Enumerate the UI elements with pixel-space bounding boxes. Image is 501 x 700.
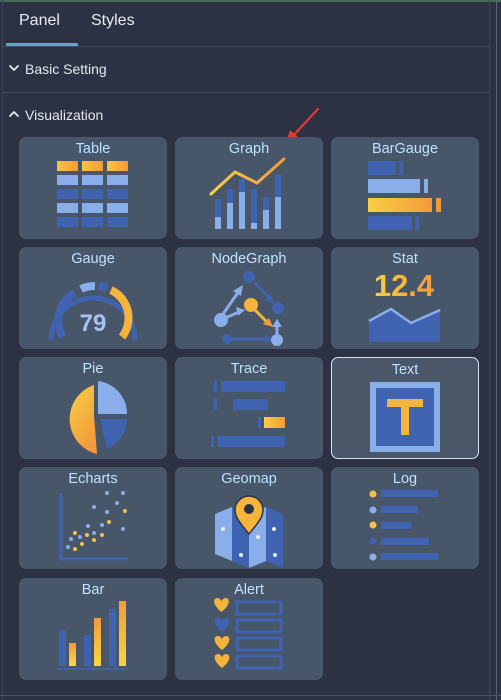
viz-card-log[interactable]: Log	[331, 467, 479, 569]
section-visualization[interactable]: Visualization	[3, 93, 489, 138]
viz-card-stat[interactable]: Stat 12.4	[331, 247, 479, 349]
pie-icon	[69, 381, 128, 454]
viz-card-pie[interactable]: Pie	[19, 357, 167, 459]
trace-icon	[211, 381, 285, 447]
gauge-icon: 79	[48, 282, 138, 341]
viz-card-table[interactable]: Table	[19, 137, 167, 239]
chevron-up-icon	[9, 111, 19, 117]
bar-icon	[57, 601, 128, 670]
viz-card-echarts[interactable]: Echarts	[19, 467, 167, 569]
nodegraph-icon	[214, 271, 284, 346]
viz-card-gauge[interactable]: Gauge 79	[19, 247, 167, 349]
viz-card-alert[interactable]: Alert	[175, 578, 323, 680]
active-tab-indicator	[6, 43, 78, 46]
geomap-icon	[215, 495, 283, 568]
text-icon	[370, 382, 440, 452]
bargauge-icon	[368, 161, 441, 230]
viz-card-bargauge[interactable]: BarGauge	[331, 137, 479, 239]
log-icon	[369, 490, 438, 561]
scrollbar-track[interactable]	[496, 0, 497, 700]
chevron-down-icon	[9, 65, 19, 71]
panel-bottom-border	[0, 695, 501, 696]
stat-icon: 12.4	[368, 268, 441, 342]
gauge-value: 79	[80, 310, 107, 337]
tab-bar: Panel Styles	[3, 0, 489, 47]
table-icon	[57, 161, 128, 227]
tab-panel[interactable]: Panel	[19, 12, 60, 30]
graph-icon	[209, 157, 286, 229]
panel-right-border	[489, 0, 490, 700]
echarts-icon	[59, 491, 128, 561]
section-label: Basic Setting	[25, 61, 107, 77]
viz-card-trace[interactable]: Trace	[175, 357, 323, 459]
alert-icon	[214, 598, 283, 670]
tab-styles[interactable]: Styles	[91, 12, 135, 30]
viz-card-bar[interactable]: Bar	[19, 578, 167, 680]
viz-card-graph[interactable]: Graph	[175, 137, 323, 239]
section-label: Visualization	[25, 107, 104, 123]
stat-value: 12.4	[374, 268, 435, 303]
section-basic-setting[interactable]: Basic Setting	[3, 47, 489, 93]
viz-card-nodegraph[interactable]: NodeGraph	[175, 247, 323, 349]
viz-card-geomap[interactable]: Geomap	[175, 467, 323, 569]
viz-card-text[interactable]: Text	[331, 357, 479, 459]
